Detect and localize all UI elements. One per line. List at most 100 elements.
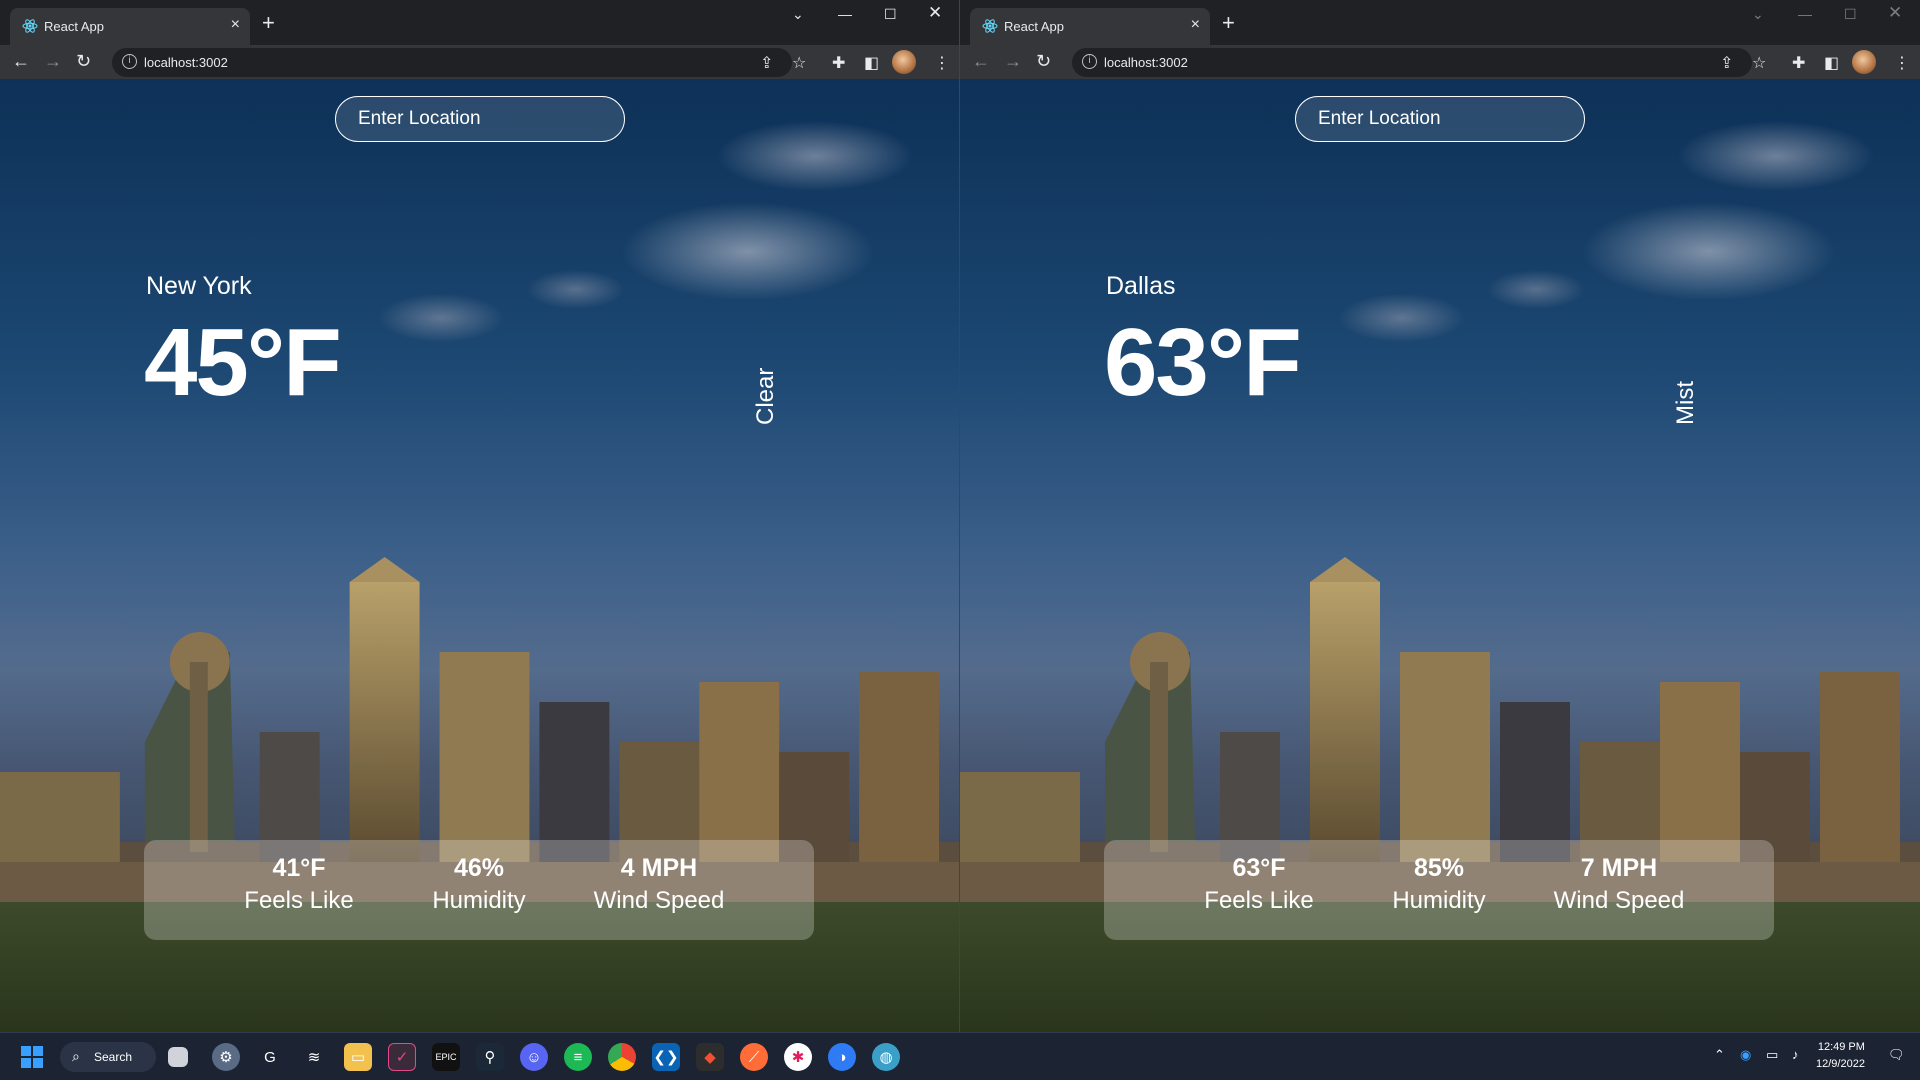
browser-toolbar: ← → ↻ i localhost:3002 ⇪ ☆ ✚ ◧ ⋮ <box>0 45 959 80</box>
extensions-puzzle-icon[interactable]: ✚ <box>1792 53 1805 73</box>
feels-like-label: Feels Like <box>244 887 354 914</box>
stacks-app-icon[interactable]: ≋ <box>300 1043 328 1071</box>
windows-start-icon[interactable] <box>18 1043 46 1071</box>
extensions-puzzle-icon[interactable]: ✚ <box>832 53 845 73</box>
browser-window-left: React App × + ⌄ — ☐ ✕ ← → ↻ i localhost:… <box>0 0 960 1032</box>
tab-search-chevron-icon[interactable]: ⌄ <box>1752 6 1764 23</box>
reload-icon[interactable]: ↻ <box>1036 51 1051 72</box>
location-search-input[interactable] <box>1295 96 1585 142</box>
side-panel-icon[interactable]: ◧ <box>864 53 879 73</box>
windows-taskbar: ⌕ Search ⚙ G ≋ ▭ ✓ EPIC ⚲ ☺ ≡ ❮❯ ◆ ⟋ ✱ ◑… <box>0 1032 1920 1080</box>
tab-search-chevron-icon[interactable]: ⌄ <box>792 6 804 23</box>
g-hub-icon[interactable]: G <box>256 1043 284 1071</box>
weather-stats-panel: 41°F Feels Like 46% Humidity 4 MPH Wind … <box>144 840 814 940</box>
site-info-icon[interactable]: i <box>1082 54 1097 69</box>
browser-window-right: React App × + ⌄ — ☐ ✕ ← → ↻ i localhost:… <box>960 0 1920 1032</box>
browser-tab[interactable]: React App × <box>970 8 1210 45</box>
postman-icon[interactable]: ⟋ <box>740 1043 768 1071</box>
desktop: React App × + ⌄ — ☐ ✕ ← → ↻ i localhost:… <box>0 0 1920 1080</box>
url-text: localhost:3002 <box>1104 55 1188 70</box>
back-arrow-icon[interactable]: ← <box>12 51 30 72</box>
new-tab-button[interactable]: + <box>1222 10 1235 36</box>
react-favicon-icon <box>982 19 998 33</box>
tab-close-icon[interactable]: × <box>231 16 240 34</box>
file-explorer-icon[interactable]: ▭ <box>344 1043 372 1071</box>
vscode-icon[interactable]: ❮❯ <box>652 1043 680 1071</box>
address-bar[interactable]: i localhost:3002 <box>112 48 792 77</box>
minimize-icon[interactable]: — <box>1798 6 1812 22</box>
share-icon[interactable]: ⇪ <box>1720 53 1733 73</box>
reload-icon[interactable]: ↻ <box>76 51 91 72</box>
humidity-stat: 85% Humidity <box>1349 840 1529 940</box>
bookmark-star-icon[interactable]: ☆ <box>1752 53 1766 73</box>
menu-kebab-icon[interactable]: ⋮ <box>934 53 950 73</box>
feels-like-value: 41°F <box>272 854 326 882</box>
weather-stats-panel: 63°F Feels Like 85% Humidity 7 MPH Wind … <box>1104 840 1774 940</box>
steam-icon[interactable]: ⚲ <box>476 1043 504 1071</box>
chrome-icon[interactable] <box>608 1043 636 1071</box>
slack-icon[interactable]: ✱ <box>784 1043 812 1071</box>
forward-arrow-icon[interactable]: → <box>1004 51 1022 72</box>
clock-date: 12/9/2022 <box>1816 1058 1865 1070</box>
city-name: Dallas <box>1106 272 1176 300</box>
settings-gear-icon[interactable]: ⚙ <box>212 1043 240 1071</box>
weather-app: Dallas 63°F Mist 63°F Feels Like 85% Hum… <box>960 80 1920 1032</box>
wind-speed-value: 7 MPH <box>1580 854 1658 882</box>
task-view-icon[interactable] <box>168 1047 188 1067</box>
tray-overflow-chevron-icon[interactable]: ⌃ <box>1714 1047 1725 1063</box>
menu-kebab-icon[interactable]: ⋮ <box>1894 53 1910 73</box>
tab-title: React App <box>1004 19 1064 34</box>
tab-strip: React App × + ⌄ — ☐ ✕ <box>960 0 1920 45</box>
forward-arrow-icon[interactable]: → <box>44 51 62 72</box>
temperature-value: 63°F <box>1104 309 1302 416</box>
tray-app-icon[interactable]: ◉ <box>1740 1047 1751 1063</box>
tab-title: React App <box>44 19 104 34</box>
volume-icon[interactable]: ♪ <box>1792 1047 1799 1062</box>
wind-speed-stat: 7 MPH Wind Speed <box>1529 840 1709 940</box>
feels-like-value: 63°F <box>1232 854 1286 882</box>
wind-speed-label: Wind Speed <box>1553 887 1685 914</box>
taskbar-search-button[interactable]: ⌕ Search <box>60 1042 156 1072</box>
epic-games-icon[interactable]: EPIC <box>432 1043 460 1071</box>
address-bar[interactable]: i localhost:3002 <box>1072 48 1752 77</box>
react-favicon-icon <box>22 19 38 33</box>
feels-like-stat: 63°F Feels Like <box>1169 840 1349 940</box>
side-panel-icon[interactable]: ◧ <box>1824 53 1839 73</box>
browser-tab[interactable]: React App × <box>10 8 250 45</box>
window-close-icon[interactable]: ✕ <box>928 3 942 23</box>
tab-strip: React App × + ⌄ — ☐ ✕ <box>0 0 959 45</box>
spotify-icon[interactable]: ≡ <box>564 1043 592 1071</box>
temperature-value: 45°F <box>144 309 342 416</box>
new-tab-button[interactable]: + <box>262 10 275 36</box>
edge-app-icon[interactable]: ◑ <box>828 1043 856 1071</box>
minimize-icon[interactable]: — <box>838 6 852 22</box>
system-clock[interactable]: 12:49 PM 12/9/2022 <box>1816 1039 1865 1073</box>
git-app-icon[interactable]: ◆ <box>696 1043 724 1071</box>
city-skyline-background <box>960 557 1920 1032</box>
location-search-input[interactable] <box>335 96 625 142</box>
network-icon[interactable]: ▭ <box>1766 1047 1778 1063</box>
humidity-stat: 46% Humidity <box>389 840 569 940</box>
share-icon[interactable]: ⇪ <box>760 53 773 73</box>
browser-globe-icon[interactable]: ◍ <box>872 1043 900 1071</box>
maximize-icon[interactable]: ☐ <box>1844 6 1857 23</box>
city-name: New York <box>146 272 252 300</box>
profile-avatar[interactable] <box>892 50 916 74</box>
discord-icon[interactable]: ☺ <box>520 1043 548 1071</box>
clock-time: 12:49 PM <box>1817 1041 1865 1053</box>
feels-like-label: Feels Like <box>1204 887 1314 914</box>
wind-speed-value: 4 MPH <box>620 854 698 882</box>
taskbar-search-label: Search <box>94 1050 133 1064</box>
maximize-icon[interactable]: ☐ <box>884 6 897 23</box>
notifications-icon[interactable]: 🗨 <box>1888 1047 1905 1063</box>
profile-avatar[interactable] <box>1852 50 1876 74</box>
window-close-icon[interactable]: ✕ <box>1888 3 1902 23</box>
tab-close-icon[interactable]: × <box>1191 16 1200 34</box>
checklist-app-icon[interactable]: ✓ <box>388 1043 416 1071</box>
weather-condition: Mist <box>1672 381 1699 425</box>
bookmark-star-icon[interactable]: ☆ <box>792 53 806 73</box>
humidity-label: Humidity <box>432 887 526 914</box>
back-arrow-icon[interactable]: ← <box>972 51 990 72</box>
site-info-icon[interactable]: i <box>122 54 137 69</box>
wind-speed-stat: 4 MPH Wind Speed <box>569 840 749 940</box>
